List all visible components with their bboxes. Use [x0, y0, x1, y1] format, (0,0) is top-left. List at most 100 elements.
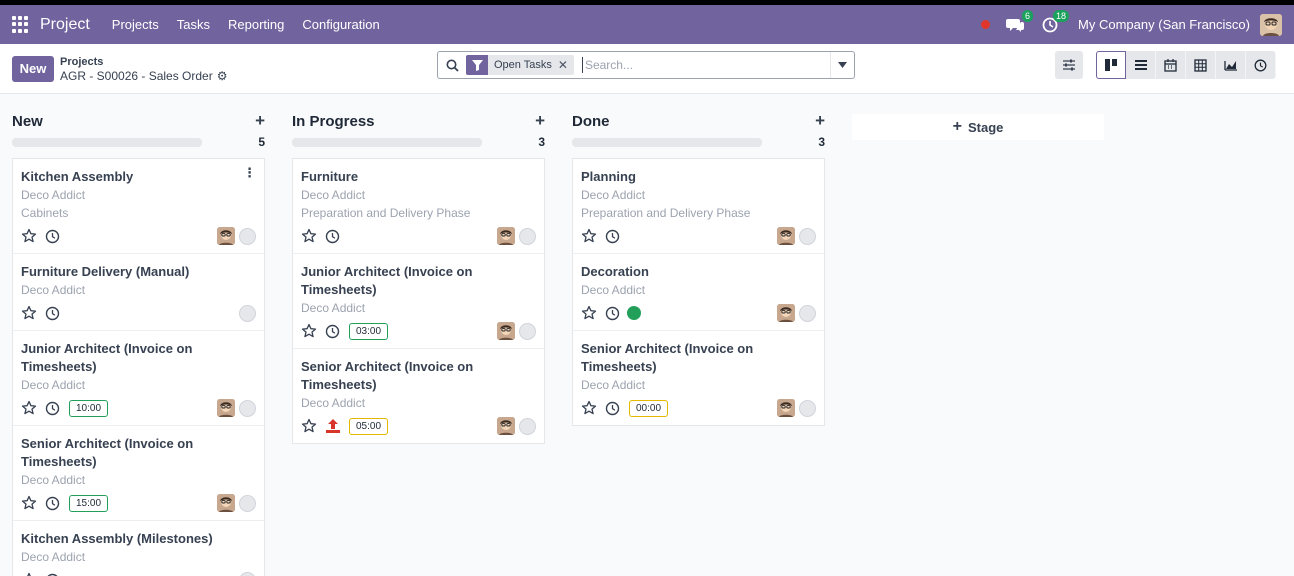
star-icon[interactable] [21, 305, 37, 321]
column-title[interactable]: Done [572, 113, 610, 130]
activity-view-button[interactable] [1246, 51, 1276, 79]
assignee-avatar[interactable] [217, 494, 235, 512]
assignee-avatar[interactable] [777, 304, 795, 322]
activity-clock-icon[interactable] [325, 229, 340, 244]
task-state-indicator[interactable] [799, 227, 816, 245]
gear-icon[interactable]: ⚙ [217, 69, 228, 83]
task-card[interactable]: Junior Architect (Invoice on Timesheets)… [293, 254, 544, 349]
task-state-indicator[interactable] [239, 227, 256, 245]
task-card[interactable]: Kitchen Assembly ⋮ Deco Addict Cabinets [13, 159, 264, 254]
search-options-toggle[interactable] [830, 52, 854, 78]
user-avatar[interactable] [1260, 13, 1282, 36]
calendar-view-button[interactable] [1156, 51, 1186, 79]
allocated-hours-badge: 10:00 [69, 399, 109, 417]
app-name[interactable]: Project [40, 16, 90, 34]
column-progress-bar[interactable] [572, 137, 762, 147]
top-navbar: Project Projects Tasks Reporting Configu… [0, 5, 1294, 44]
task-card[interactable]: Junior Architect (Invoice on Timesheets)… [13, 331, 264, 426]
search-input[interactable] [581, 57, 830, 73]
task-card[interactable]: Furniture Deco Addict Preparation and Deli… [293, 159, 544, 254]
star-icon[interactable] [21, 495, 37, 511]
card-footer-right [239, 304, 256, 322]
add-stage-label: Stage [967, 119, 1004, 135]
star-icon[interactable] [301, 418, 317, 434]
add-stage-button[interactable]: + Stage [852, 114, 1104, 140]
column-progress-bar[interactable] [12, 137, 202, 147]
task-state-indicator[interactable] [239, 304, 256, 322]
activity-clock-icon[interactable] [605, 401, 620, 416]
task-state-indicator[interactable] [799, 399, 816, 417]
activity-clock-icon[interactable] [45, 401, 60, 416]
star-icon[interactable] [21, 228, 37, 244]
card-menu-icon[interactable]: ⋮ [243, 166, 256, 179]
star-icon[interactable] [581, 400, 597, 416]
task-state-indicator[interactable] [519, 227, 536, 245]
assignee-avatar[interactable] [777, 227, 795, 245]
assignee-avatar[interactable] [217, 227, 235, 245]
assignee-avatar[interactable] [777, 399, 795, 417]
task-state-indicator[interactable] [239, 399, 256, 417]
activity-clock-icon[interactable] [325, 324, 340, 339]
star-icon[interactable] [301, 228, 317, 244]
app-menu-icon[interactable] [12, 15, 30, 34]
pivot-view-button[interactable] [1186, 51, 1216, 79]
rating-smile-icon [627, 306, 641, 320]
activity-clock-icon[interactable] [45, 306, 60, 321]
task-state-indicator[interactable] [239, 571, 256, 576]
assignee-avatar[interactable] [497, 227, 515, 245]
filter-icon [466, 55, 488, 75]
remove-facet-icon[interactable]: ✕ [558, 58, 574, 72]
activity-clock-icon[interactable] [605, 306, 620, 321]
task-card[interactable]: Senior Architect (Invoice on Timesheets)… [13, 426, 264, 521]
quick-create-plus-icon[interactable]: + [815, 111, 825, 131]
list-view-button[interactable] [1126, 51, 1156, 79]
task-state-indicator[interactable] [519, 322, 536, 340]
activity-clock-icon[interactable]: 18 [1042, 9, 1070, 33]
recording-indicator [981, 20, 991, 29]
menu-projects[interactable]: Projects [112, 17, 159, 32]
messages-icon[interactable]: 6 [1006, 9, 1034, 33]
control-panel: New Projects AGR - S00026 - Sales Order … [0, 44, 1294, 94]
graph-view-button[interactable] [1216, 51, 1246, 79]
new-button[interactable]: New [12, 55, 54, 82]
menu-configuration[interactable]: Configuration [302, 17, 379, 32]
task-card[interactable]: Senior Architect (Invoice on Timesheets)… [573, 331, 824, 425]
activity-clock-icon[interactable] [605, 229, 620, 244]
app-window: Project Projects Tasks Reporting Configu… [0, 5, 1294, 576]
task-card[interactable]: Furniture Delivery (Manual) Deco Addict [13, 254, 264, 331]
assignee-avatar[interactable] [217, 399, 235, 417]
company-switcher[interactable]: My Company (San Francisco) [1078, 17, 1250, 32]
star-icon[interactable] [581, 228, 597, 244]
assignee-avatar[interactable] [497, 322, 515, 340]
star-icon[interactable] [21, 400, 37, 416]
task-state-indicator[interactable] [239, 494, 256, 512]
breadcrumb-projects[interactable]: Projects [60, 55, 228, 69]
view-switcher [1096, 51, 1276, 79]
column-title[interactable]: In Progress [292, 113, 375, 130]
activity-clock-icon[interactable] [45, 573, 60, 576]
activity-clock-icon[interactable] [45, 229, 60, 244]
task-card[interactable]: Decoration Deco Addict [573, 254, 824, 331]
card-list: Kitchen Assembly ⋮ Deco Addict Cabinets Furn… [12, 158, 265, 576]
task-card[interactable]: Senior Architect (Invoice on Timesheets)… [293, 349, 544, 443]
task-state-indicator[interactable] [799, 304, 816, 322]
column-progress-bar[interactable] [292, 137, 482, 147]
star-icon[interactable] [581, 305, 597, 321]
kanban-view-button[interactable] [1096, 51, 1126, 79]
star-icon[interactable] [21, 572, 37, 576]
star-icon[interactable] [301, 323, 317, 339]
column-title[interactable]: New [12, 113, 43, 130]
task-customer: Deco Addict [21, 283, 86, 297]
settings-sliders-button[interactable] [1055, 51, 1083, 79]
quick-create-plus-icon[interactable]: + [535, 111, 545, 131]
assignee-avatar[interactable] [497, 417, 515, 435]
task-card[interactable]: Planning Deco Addict Preparation and Deliv… [573, 159, 824, 254]
upload-icon[interactable] [325, 418, 341, 434]
task-milestone: Preparation and Delivery Phase [301, 206, 471, 220]
task-card[interactable]: Kitchen Assembly (Milestones) Deco Addict [13, 521, 264, 576]
menu-tasks[interactable]: Tasks [177, 17, 210, 32]
menu-reporting[interactable]: Reporting [228, 17, 284, 32]
quick-create-plus-icon[interactable]: + [255, 111, 265, 131]
task-state-indicator[interactable] [519, 417, 536, 435]
activity-clock-icon[interactable] [45, 496, 60, 511]
